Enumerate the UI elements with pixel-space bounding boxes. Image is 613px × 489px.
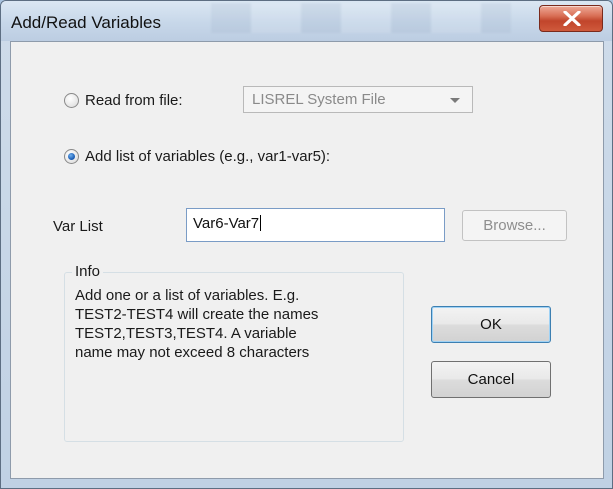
info-text-line: name may not exceed 8 characters <box>75 344 310 361</box>
info-legend: Info <box>72 263 104 280</box>
file-type-dropdown[interactable]: LISREL System File <box>243 86 473 113</box>
info-text-line: Add one or a list of variables. E.g. <box>75 287 300 304</box>
add-list-option[interactable]: Add list of variables (e.g., var1-var5): <box>64 148 330 165</box>
chevron-down-icon <box>450 98 460 103</box>
file-type-dropdown-value: LISREL System File <box>252 91 386 108</box>
var-list-input[interactable]: Var6-Var7 <box>186 208 445 242</box>
var-list-value: Var6-Var7 <box>193 215 260 232</box>
close-button[interactable] <box>539 5 603 32</box>
dialog-body: Read from file: LISREL System File Add l… <box>10 41 604 479</box>
info-groupbox: Info Add one or a list of variables. E.g… <box>64 263 404 442</box>
add-list-label: Add list of variables (e.g., var1-var5): <box>85 148 331 165</box>
window-title: Add/Read Variables <box>11 13 161 32</box>
info-text-line: TEST2-TEST4 will create the names <box>75 306 319 323</box>
browse-button[interactable]: Browse... <box>462 210 567 241</box>
read-from-file-label: Read from file: <box>85 92 183 109</box>
add-list-radio[interactable] <box>64 149 79 164</box>
dialog-window: Add/Read Variables Read from file: LISRE… <box>0 0 613 489</box>
read-from-file-radio[interactable] <box>64 93 79 108</box>
cancel-button[interactable]: Cancel <box>431 361 551 398</box>
read-from-file-option[interactable]: Read from file: <box>64 92 183 109</box>
var-list-label: Var List <box>53 218 103 235</box>
text-caret <box>260 215 262 231</box>
title-bar[interactable]: Add/Read Variables <box>1 1 612 41</box>
close-icon <box>563 11 581 26</box>
title-bar-background <box>211 3 511 33</box>
info-text-line: TEST2,TEST3,TEST4. A variable <box>75 325 297 342</box>
ok-button[interactable]: OK <box>431 306 551 343</box>
